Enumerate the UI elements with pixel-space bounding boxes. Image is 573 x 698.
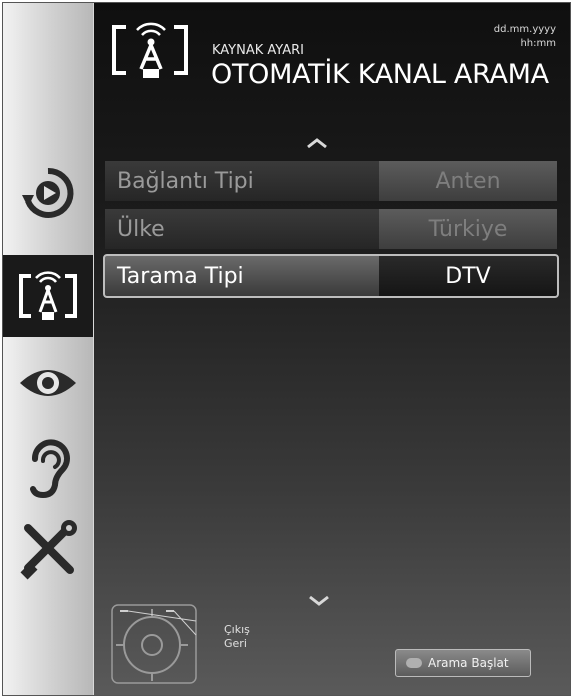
tv-menu-window: KAYNAK AYARI OTOMATİK KANAL ARAMA dd.mm.… bbox=[2, 2, 571, 696]
sidebar bbox=[3, 3, 93, 695]
time-text: hh:mm bbox=[520, 38, 556, 49]
menu-subtitle: KAYNAK AYARI bbox=[212, 43, 304, 58]
sidebar-item-source-setup[interactable] bbox=[3, 255, 93, 337]
setting-row-connection-type[interactable]: Bağlantı Tipi Anten bbox=[105, 161, 557, 201]
remote-control-icon bbox=[111, 604, 197, 684]
back-hint: Geri bbox=[224, 637, 247, 650]
start-search-label: Arama Başlat bbox=[428, 656, 509, 670]
ear-icon bbox=[30, 439, 70, 499]
sidebar-item-source[interactable] bbox=[3, 153, 93, 233]
sidebar-item-sound[interactable] bbox=[3, 431, 93, 503]
start-search-button[interactable]: Arama Başlat bbox=[395, 649, 531, 677]
tools-icon bbox=[20, 520, 77, 580]
setting-value[interactable]: Anten bbox=[379, 161, 557, 201]
antenna-source-icon bbox=[19, 271, 77, 320]
setting-label: Tarama Tipi bbox=[105, 256, 379, 296]
setting-value[interactable]: Türkiye bbox=[379, 209, 557, 249]
setting-value[interactable]: DTV bbox=[379, 256, 557, 296]
chevron-up-icon[interactable] bbox=[306, 137, 328, 149]
date-text: dd.mm.yyyy bbox=[493, 24, 556, 35]
chevron-down-icon[interactable] bbox=[308, 595, 330, 607]
source-icon bbox=[22, 167, 74, 218]
sidebar-item-settings[interactable] bbox=[3, 515, 93, 585]
setting-label: Ülke bbox=[105, 209, 379, 249]
main-panel: KAYNAK AYARI OTOMATİK KANAL ARAMA dd.mm.… bbox=[94, 3, 570, 695]
page-title: OTOMATİK KANAL ARAMA bbox=[211, 59, 549, 90]
setting-label: Bağlantı Tipi bbox=[105, 161, 379, 201]
setting-row-scan-type[interactable]: Tarama Tipi DTV bbox=[103, 254, 559, 298]
color-key-icon bbox=[406, 658, 422, 668]
setting-row-country[interactable]: Ülke Türkiye bbox=[105, 209, 557, 249]
antenna-source-icon bbox=[112, 22, 188, 78]
date-time-display: dd.mm.yyyy hh:mm bbox=[494, 23, 556, 51]
sidebar-item-picture[interactable] bbox=[3, 353, 93, 413]
exit-hint: Çıkış bbox=[224, 623, 250, 636]
eye-icon bbox=[20, 370, 76, 396]
